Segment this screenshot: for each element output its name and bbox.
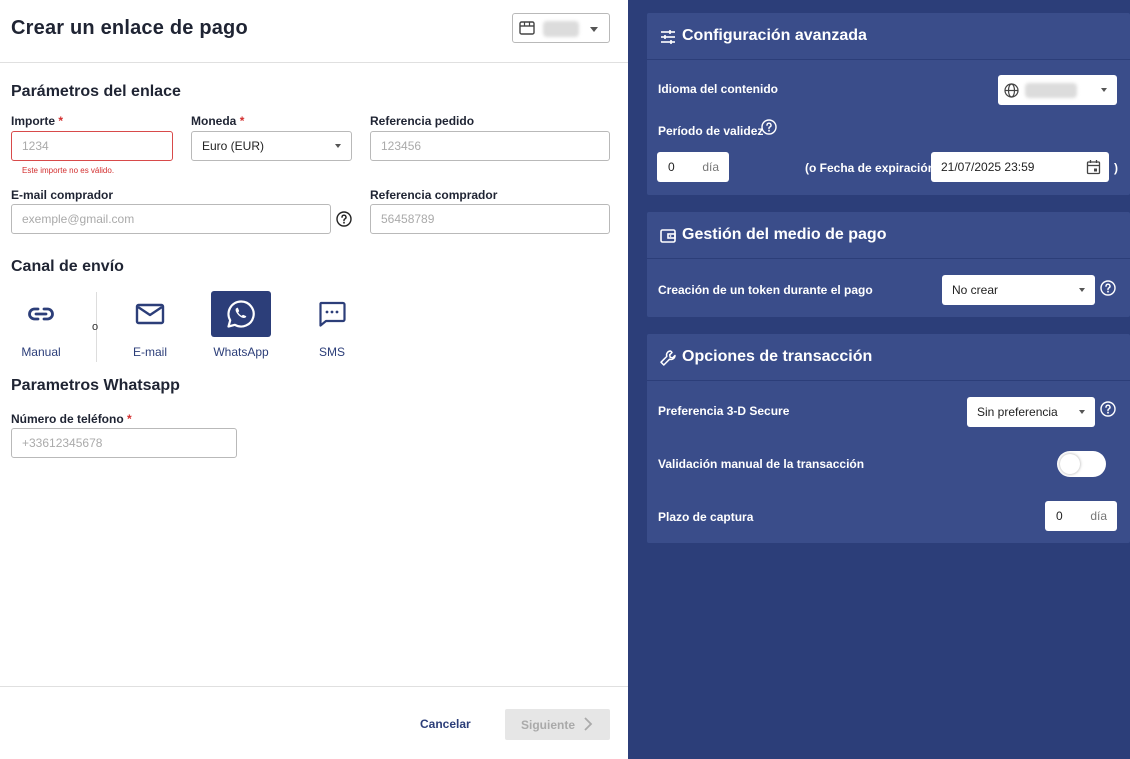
expiry-date-value: 21/07/2025 23:59	[941, 160, 1035, 174]
chevron-down-icon	[590, 27, 598, 32]
language-redacted	[1025, 83, 1077, 98]
link-icon	[28, 307, 54, 321]
help-icon[interactable]	[1100, 280, 1116, 296]
channel-email[interactable]	[120, 291, 180, 337]
create-link-panel: Crear un enlace de pago Parámetros del e…	[0, 0, 628, 759]
wrench-icon	[660, 350, 676, 366]
token-select[interactable]: No crear	[942, 275, 1095, 305]
link-params-title: Parámetros del enlace	[11, 83, 181, 100]
channel-or: o	[92, 321, 99, 333]
cancel-button[interactable]: Cancelar	[420, 717, 471, 731]
transaction-options-title: Opciones de transacción	[682, 348, 873, 365]
buyer-email-input[interactable]: exemple@gmail.com	[11, 204, 331, 234]
calendar-icon[interactable]	[1086, 159, 1101, 175]
token-value: No crear	[952, 283, 999, 297]
sliders-icon	[661, 30, 675, 44]
next-button[interactable]: Siguiente	[505, 709, 610, 740]
channel-title: Canal de envío	[11, 258, 124, 275]
validity-label: Período de validez	[658, 124, 764, 138]
phone-input[interactable]: +33612345678	[11, 428, 237, 458]
language-select[interactable]	[998, 75, 1117, 105]
chevron-down-icon	[335, 144, 341, 148]
help-icon[interactable]	[336, 211, 352, 227]
advanced-config-card: Configuración avanzada Idioma del conten…	[647, 13, 1130, 195]
manual-validation-label: Validación manual de la transacción	[658, 457, 865, 471]
transaction-options-card: Opciones de transacción Preferencia 3-D …	[647, 334, 1130, 543]
wallet-icon	[660, 229, 676, 243]
validity-input[interactable]: 0 día	[657, 152, 729, 182]
expiry-date-input[interactable]: 21/07/2025 23:59	[931, 152, 1109, 182]
page-title: Crear un enlace de pago	[11, 17, 248, 39]
whatsapp-params-title: Parametros Whatsapp	[11, 377, 180, 394]
channel-whatsapp[interactable]	[211, 291, 271, 337]
currency-label: Moneda *	[191, 114, 245, 128]
chevron-down-icon	[1079, 410, 1085, 414]
validity-unit: día	[702, 160, 719, 174]
advanced-config-title: Configuración avanzada	[682, 27, 867, 44]
buyer-ref-label: Referencia comprador	[370, 188, 498, 202]
language-label: Idioma del contenido	[658, 82, 779, 96]
transaction-options-header: Opciones de transacción	[647, 334, 1130, 381]
channel-sms-label: SMS	[318, 345, 345, 359]
payment-method-card: Gestión del medio de pago Creación de un…	[647, 212, 1130, 317]
chevron-down-icon	[1101, 88, 1107, 92]
chevron-down-icon	[1079, 288, 1085, 292]
shop-name-redacted	[543, 21, 579, 37]
expiry-label: (o Fecha de expiración	[805, 161, 936, 175]
sms-icon	[319, 301, 346, 327]
whatsapp-icon	[227, 300, 255, 328]
currency-select[interactable]: Euro (EUR)	[191, 131, 352, 161]
token-label: Creación de un token durante el pago	[658, 283, 873, 297]
buyer-email-label: E-mail comprador	[11, 188, 114, 202]
order-ref-label: Referencia pedido	[370, 114, 475, 128]
phone-label: Número de teléfono *	[11, 412, 132, 426]
capture-unit: día	[1090, 509, 1107, 523]
payment-method-header: Gestión del medio de pago	[647, 212, 1130, 259]
panel-header: Crear un enlace de pago	[0, 0, 628, 63]
payment-method-title: Gestión del medio de pago	[682, 226, 887, 243]
currency-value: Euro (EUR)	[202, 139, 265, 153]
channel-manual[interactable]	[11, 291, 71, 337]
channel-sms[interactable]	[302, 291, 362, 337]
amount-input[interactable]: 1234	[11, 131, 173, 161]
channel-manual-label: Manual	[21, 345, 61, 359]
settings-panel: Configuración avanzada Idioma del conten…	[628, 0, 1130, 759]
capture-input[interactable]: 0 día	[1045, 501, 1117, 531]
help-icon[interactable]	[1100, 401, 1116, 417]
channel-email-label: E-mail	[132, 345, 167, 359]
secure-label: Preferencia 3-D Secure	[658, 404, 790, 418]
amount-error: Este importe no es válido.	[22, 166, 115, 175]
globe-icon	[1004, 83, 1019, 98]
capture-value: 0	[1056, 509, 1063, 523]
secure-value: Sin preferencia	[977, 405, 1058, 419]
amount-label: Importe *	[11, 114, 64, 128]
store-icon	[519, 21, 535, 35]
toggle-knob	[1060, 454, 1080, 474]
secure-select[interactable]: Sin preferencia	[967, 397, 1095, 427]
help-icon[interactable]	[761, 119, 777, 135]
capture-label: Plazo de captura	[658, 510, 754, 524]
advanced-config-header: Configuración avanzada	[647, 13, 1130, 60]
channel-whatsapp-label: WhatsApp	[213, 345, 269, 359]
panel-footer: Cancelar Siguiente	[0, 686, 628, 759]
manual-validation-toggle[interactable]	[1057, 451, 1106, 477]
expiry-close: )	[1114, 161, 1118, 175]
chevron-right-icon	[584, 717, 593, 731]
shop-select[interactable]	[512, 13, 610, 43]
buyer-ref-input[interactable]: 56458789	[370, 204, 610, 234]
order-ref-input[interactable]: 123456	[370, 131, 610, 161]
mail-icon	[135, 303, 165, 325]
next-button-label: Siguiente	[521, 718, 576, 732]
validity-value: 0	[668, 160, 675, 174]
